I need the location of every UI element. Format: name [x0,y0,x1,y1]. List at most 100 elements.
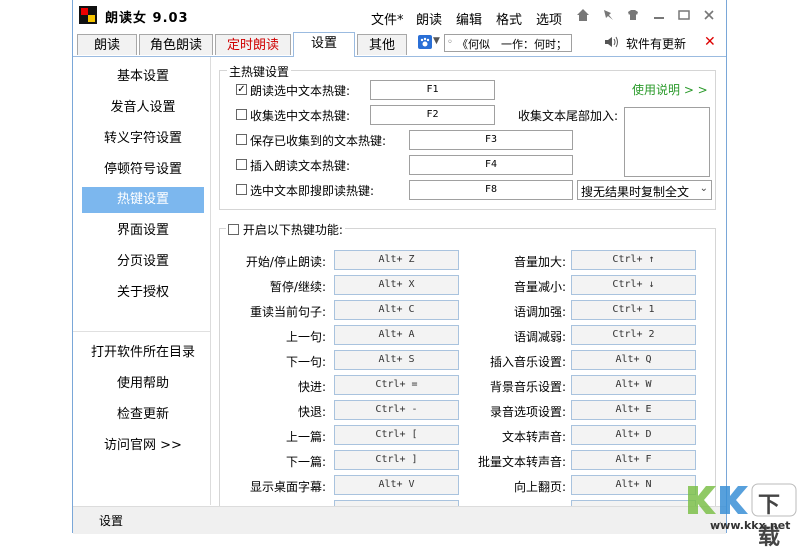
left-label-1: 暂停/继续: [269,280,326,294]
left-label-4: 下一句: [285,355,326,369]
right-key-3[interactable]: Ctrl+ 2 [571,325,696,345]
sidebar-check-update[interactable]: 检查更新 [82,402,204,428]
sidebar-open-dir[interactable]: 打开软件所在目录 [82,340,204,366]
search-fallback-select[interactable]: 搜无结果时复制全文 ⌄ [577,180,712,200]
hotkey-insert-field[interactable]: F4 [409,155,573,175]
left-label-8: 下一篇: [285,455,326,469]
help-link[interactable]: 使用说明 > > [632,81,708,98]
hotkey-search-read-checkbox[interactable] [236,184,247,195]
sidebar-item-license[interactable]: 关于授权 [82,280,204,306]
right-label-7: 文本转声音: [501,430,566,444]
left-key-0[interactable]: Alt+ Z [334,250,459,270]
tab-timed-read[interactable]: 定时朗读 [215,34,291,55]
search-fallback-value: 搜无结果时复制全文 [581,185,690,199]
search-dot-icon: ◦ [447,37,453,48]
menu-read[interactable]: 朗读 [416,9,442,28]
hotkey-insert-checkbox[interactable] [236,159,247,170]
tab-bar: 朗读 角色朗读 定时朗读 设置 其他 ▼ ◦ 《何似 一作：何时； 软件有更新 … [73,32,726,57]
hotkey-search-read-field[interactable]: F8 [409,180,573,200]
hotkey-insert-label: 插入朗读文本热键: [250,159,351,173]
left-label-0: 开始/停止朗读: [245,255,326,269]
right-key-5[interactable]: Alt+ W [571,375,696,395]
right-key-0[interactable]: Ctrl+ ↑ [571,250,696,270]
dropdown-arrow-icon[interactable]: ▼ [433,36,440,46]
tab-other[interactable]: 其他 [357,34,407,55]
right-label-6: 录音选项设置: [489,405,566,419]
left-key-1[interactable]: Alt+ X [334,275,459,295]
left-key-2[interactable]: Alt+ C [334,300,459,320]
hotkey-save-checkbox[interactable] [236,134,247,145]
right-key-2[interactable]: Ctrl+ 1 [571,300,696,320]
left-label-7: 上一篇: [285,430,326,444]
sidebar-item-basic[interactable]: 基本设置 [82,64,204,90]
right-label-4: 插入音乐设置: [489,355,566,369]
right-key-6[interactable]: Alt+ E [571,400,696,420]
menu-options[interactable]: 选项 [536,9,562,28]
tab-read[interactable]: 朗读 [77,34,137,55]
right-label-9: 向上翻页: [513,480,566,494]
hotkey-read-field[interactable]: F1 [370,80,495,100]
left-key-4[interactable]: Alt+ S [334,350,459,370]
left-key-5[interactable]: Ctrl+ = [334,375,459,395]
right-key-9[interactable]: Alt+ N [571,475,696,495]
left-label-9: 显示桌面字幕: [249,480,326,494]
close-icon[interactable] [701,8,717,24]
sidebar-item-ui[interactable]: 界面设置 [82,218,204,244]
close-panel-icon[interactable]: ✕ [704,34,716,50]
left-label-3: 上一句: [285,330,326,344]
update-notice-link[interactable]: 软件有更新 [626,35,686,52]
hotkey-functions-header: 开启以下热键功能: [226,221,345,238]
hotkey-save-label: 保存已收集到的文本热键: [250,134,387,148]
left-key-9[interactable]: Alt+ V [334,475,459,495]
menu-edit[interactable]: 编辑 [456,9,482,28]
menu-format[interactable]: 格式 [496,9,522,28]
sidebar-item-escape[interactable]: 转义字符设置 [82,126,204,152]
left-key-6[interactable]: Ctrl+ - [334,400,459,420]
hotkey-read-label: 朗读选中文本热键: [250,84,351,98]
right-key-1[interactable]: Ctrl+ ↓ [571,275,696,295]
enable-hotkeys-label: 开启以下热键功能: [242,223,343,237]
maximize-icon[interactable] [676,8,692,24]
hotkey-collect-field[interactable]: F2 [370,105,495,125]
title-bar: 朗读女 9.03 文件* 朗读 编辑 格式 选项 [73,0,726,32]
sidebar-item-paging[interactable]: 分页设置 [82,249,204,275]
left-key-8[interactable]: Ctrl+ ] [334,450,459,470]
sidebar-visit-site[interactable]: 访问官网 >> [82,433,204,459]
watermark-url: www.kkx.net [710,519,791,532]
collect-tail-label: 收集文本尾部加入: [518,109,619,123]
sidebar-item-voice[interactable]: 发音人设置 [82,95,204,121]
search-input[interactable]: 《何似 一作：何时； [457,36,567,51]
hotkey-save-field[interactable]: F3 [409,130,573,150]
tab-settings[interactable]: 设置 [293,32,355,57]
right-key-7[interactable]: Alt+ D [571,425,696,445]
hotkey-search-read-label: 选中文本即搜即读热键: [250,184,375,198]
left-key-7[interactable]: Ctrl+ [ [334,425,459,445]
menu-file[interactable]: 文件* [371,9,404,28]
sidebar-help[interactable]: 使用帮助 [82,371,204,397]
status-bar: 设置 ⋰ [73,506,726,534]
sidebar-divider [73,331,210,332]
sidebar-item-pause[interactable]: 停顿符号设置 [82,157,204,183]
right-label-2: 语调加强: [513,305,566,319]
app-title: 朗读女 9.03 [105,11,189,26]
skin-icon[interactable] [625,8,641,24]
right-label-0: 音量加大: [513,255,566,269]
settings-sidebar: 基本设置 发音人设置 转义字符设置 停顿符号设置 热键设置 界面设置 分页设置 … [73,57,211,505]
status-text: 设置 [99,514,124,528]
enable-hotkeys-checkbox[interactable] [228,224,239,235]
hotkey-collect-checkbox[interactable] [236,109,247,120]
home-icon[interactable] [575,8,591,24]
watermark-logo: 下载 www.kkx.net [684,478,800,550]
pin-icon[interactable] [600,8,616,24]
paw-icon[interactable] [418,35,432,49]
sidebar-item-hotkey[interactable]: 热键设置 [82,187,204,213]
right-key-4[interactable]: Alt+ Q [571,350,696,370]
left-key-3[interactable]: Alt+ A [334,325,459,345]
chevron-down-icon: ⌄ [699,183,708,194]
minimize-icon[interactable] [651,8,667,24]
hotkey-read-checkbox[interactable]: ✓ [236,84,247,95]
collect-tail-textarea[interactable] [624,107,710,177]
tab-role-read[interactable]: 角色朗读 [139,34,213,55]
right-label-3: 语调减弱: [513,330,566,344]
right-key-8[interactable]: Alt+ F [571,450,696,470]
